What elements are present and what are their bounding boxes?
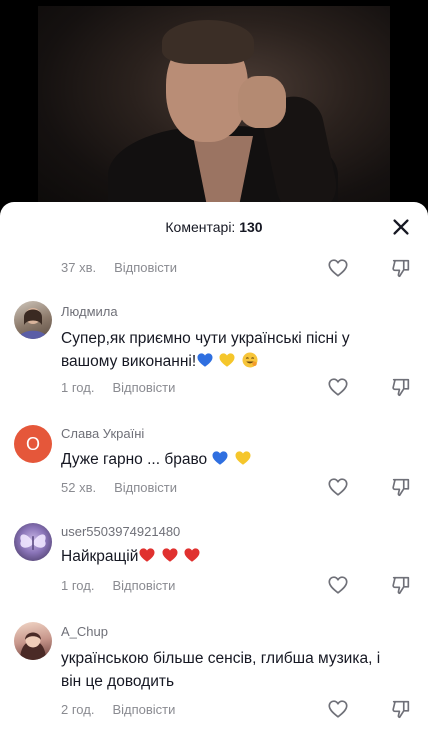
comment-item: user5503974921480 Найкращій 1 год. Відпов… [0, 518, 428, 602]
dislike-button[interactable] [390, 574, 412, 596]
red-heart-emoji [183, 546, 201, 564]
like-button[interactable] [327, 376, 349, 398]
yellow-heart-icon [235, 451, 251, 465]
comment-text-body: Дуже гарно ... браво [61, 451, 208, 468]
yellow-heart-emoji [218, 351, 236, 369]
like-button[interactable] [327, 257, 349, 279]
video-figure-hair [162, 20, 254, 64]
red-heart-icon [162, 548, 178, 562]
thumb-down-icon [392, 576, 410, 595]
like-button[interactable] [327, 574, 349, 596]
dislike-button[interactable] [390, 257, 412, 279]
thumb-down-icon [392, 700, 410, 719]
close-icon [393, 219, 409, 235]
comment-username[interactable]: Людмила [61, 304, 118, 319]
grin-face-icon [242, 352, 258, 368]
avatar[interactable] [14, 523, 52, 561]
red-heart-icon [184, 548, 200, 562]
video-frame [38, 6, 390, 211]
thumb-down-icon [392, 478, 410, 497]
butterfly-icon [20, 534, 46, 550]
comments-title: Коментарі: 130 [0, 219, 428, 235]
reply-button[interactable]: Відповісти [114, 260, 177, 275]
comment-text-body: українською більше сенсів, глибша музика… [61, 650, 381, 690]
reply-button[interactable]: Відповісти [112, 578, 175, 593]
avatar[interactable] [14, 622, 52, 660]
red-heart-emoji [161, 546, 179, 564]
comment-item: 37 хв. Відповісти [0, 250, 428, 290]
comment-text: українською більше сенсів, глибша музика… [61, 647, 391, 693]
comment-username[interactable]: A_Chup [61, 624, 108, 639]
dislike-button[interactable] [390, 476, 412, 498]
reply-button[interactable]: Відповісти [114, 480, 177, 495]
heart-outline-icon [328, 700, 348, 718]
close-button[interactable] [390, 216, 412, 238]
heart-outline-icon [328, 378, 348, 396]
heart-outline-icon [328, 259, 348, 277]
comment-username[interactable]: Слава Україні [61, 426, 144, 441]
grin-face-emoji [241, 351, 259, 369]
comment-time: 1 год. [61, 578, 95, 593]
comment-item: Людмила Супер,як приємно чути українські… [0, 294, 428, 400]
red-heart-emoji [138, 546, 156, 564]
comment-meta: 52 хв. Відповісти [61, 480, 177, 495]
yellow-heart-icon [219, 353, 235, 367]
avatar-letter: О [25, 433, 40, 454]
blue-heart-emoji [211, 449, 229, 467]
comment-username[interactable]: user5503974921480 [61, 524, 180, 539]
thumb-down-icon [392, 259, 410, 278]
blue-heart-icon [212, 451, 228, 465]
comment-meta: 2 год. Відповісти [61, 702, 175, 717]
comment-item: A_Chup українською більше сенсів, глибша… [0, 618, 428, 730]
comment-time: 1 год. [61, 380, 95, 395]
avatar-photo-icon [18, 308, 48, 339]
comment-meta: 37 хв. Відповісти [61, 260, 177, 275]
comment-time: 52 хв. [61, 480, 97, 495]
reply-button[interactable]: Відповісти [112, 380, 175, 395]
dislike-button[interactable] [390, 376, 412, 398]
yellow-heart-emoji [234, 449, 252, 467]
comments-count: 130 [239, 219, 263, 235]
comment-text: Найкращій [61, 545, 391, 568]
blue-heart-icon [197, 353, 213, 367]
comments-title-label: Коментарі: [165, 219, 236, 235]
avatar[interactable]: О [14, 425, 52, 463]
comment-text-body: Найкращій [61, 548, 139, 565]
comment-time: 2 год. [61, 702, 95, 717]
comment-meta: 1 год. Відповісти [61, 578, 175, 593]
comment-text: Супер,як приємно чути українські пісні у… [61, 327, 391, 373]
comment-item: О Слава Україні Дуже гарно ... браво 52 … [0, 418, 428, 502]
video-figure-hand [238, 76, 286, 128]
comment-meta: 1 год. Відповісти [61, 380, 175, 395]
avatar-photo-icon [20, 632, 46, 660]
comment-time: 37 хв. [61, 260, 97, 275]
thumb-down-icon [392, 378, 410, 397]
comments-header: Коментарі: 130 [0, 202, 428, 250]
comments-sheet: Коментарі: 130 37 хв. Відповісти Людмила … [0, 202, 428, 740]
heart-outline-icon [328, 576, 348, 594]
video-background[interactable] [0, 0, 428, 215]
comment-text: Дуже гарно ... браво [61, 448, 391, 471]
heart-outline-icon [328, 478, 348, 496]
reply-button[interactable]: Відповісти [112, 702, 175, 717]
blue-heart-emoji [196, 351, 214, 369]
avatar[interactable] [14, 301, 52, 339]
like-button[interactable] [327, 476, 349, 498]
dislike-button[interactable] [390, 698, 412, 720]
like-button[interactable] [327, 698, 349, 720]
red-heart-icon [139, 548, 155, 562]
